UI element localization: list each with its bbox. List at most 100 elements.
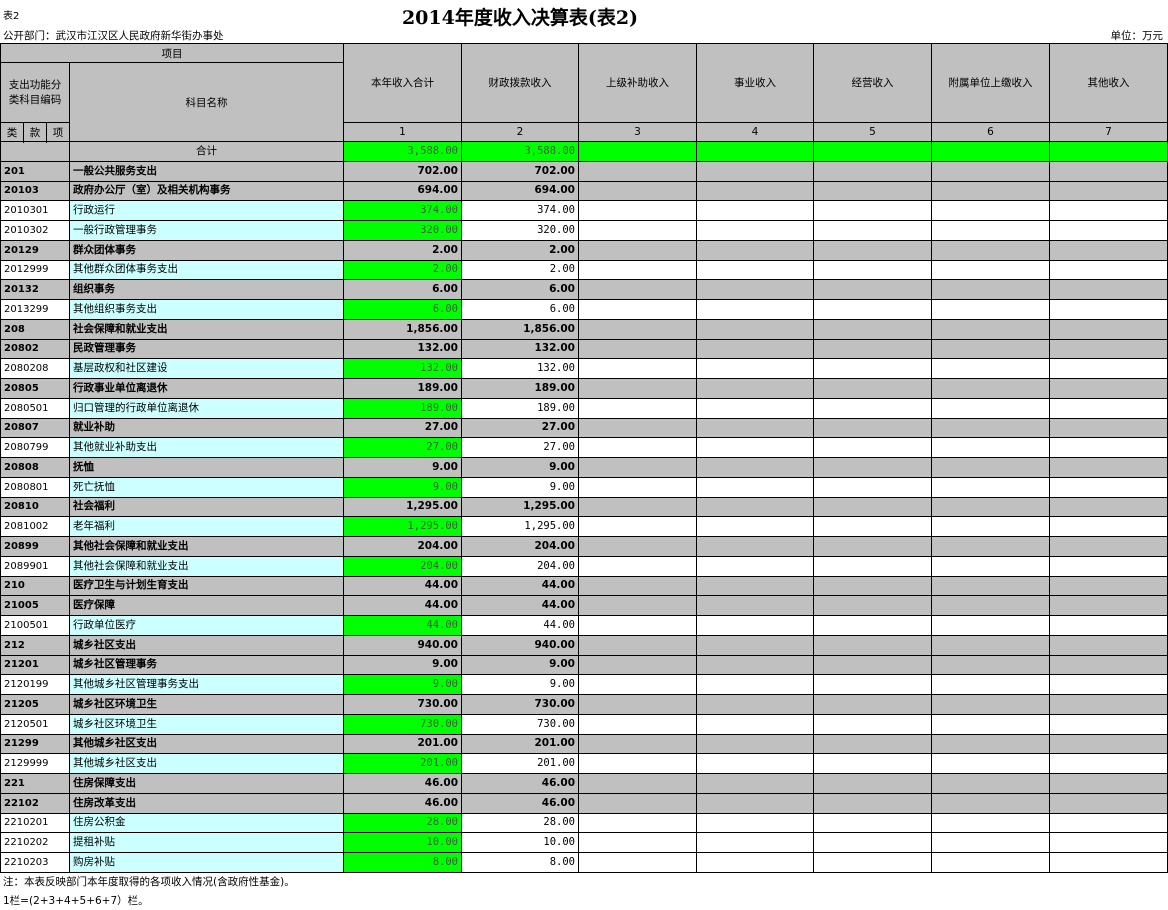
row-c1: 204.00	[343, 536, 462, 557]
row-c1: 9.00	[343, 654, 462, 676]
row-name: 死亡抚恤	[69, 476, 344, 498]
row-c2: 132.00	[461, 338, 579, 360]
row-c5	[813, 160, 932, 182]
row-c7	[1049, 773, 1168, 794]
row-c7	[1049, 792, 1168, 814]
income-table: 项目 本年收入合计 财政拨款收入 上级补助收入 事业收入 经营收入 附属单位上缴…	[0, 43, 1168, 873]
table-row: 212 城乡社区支出 940.00 940.00	[0, 634, 1168, 656]
table-row: 20810 社会福利 1,295.00 1,295.00	[0, 496, 1168, 518]
row-c6	[931, 634, 1050, 656]
col-header-other-income: 其他收入	[1049, 43, 1168, 123]
row-c5	[813, 852, 932, 873]
row-c2: 694.00	[461, 180, 579, 202]
row-c2: 204.00	[461, 555, 579, 577]
row-c1: 44.00	[343, 575, 462, 597]
row-c1: 132.00	[343, 338, 462, 360]
row-code: 21201	[0, 654, 70, 676]
row-code: 20802	[0, 338, 70, 360]
row-c1: 8.00	[343, 852, 462, 873]
row-name: 医疗保障	[69, 595, 344, 616]
kuan-header: 款	[23, 122, 47, 142]
row-c3	[578, 832, 697, 853]
row-c7	[1049, 496, 1168, 518]
row-code: 20805	[0, 378, 70, 399]
row-c6	[931, 279, 1050, 300]
row-name: 其他社会保障和就业支出	[69, 555, 344, 577]
row-name: 归口管理的行政单位离退休	[69, 397, 344, 419]
row-c5	[813, 496, 932, 518]
row-c5	[813, 239, 932, 261]
table-row: 2080208 基层政权和社区建设 132.00 132.00	[0, 358, 1168, 379]
row-c2: 44.00	[461, 615, 579, 636]
row-c3	[578, 180, 697, 202]
row-name: 城乡社区环境卫生	[69, 713, 344, 735]
footnote-2: 1栏=(2+3+4+5+6+7）栏。	[3, 895, 149, 907]
table-row: 22102 住房改革支出 46.00 46.00	[0, 792, 1168, 814]
row-code: 21299	[0, 733, 70, 755]
row-c6	[931, 852, 1050, 873]
row-c3	[578, 279, 697, 300]
row-c7	[1049, 378, 1168, 399]
row-c5	[813, 753, 932, 774]
row-c1: 320.00	[343, 220, 462, 241]
total-c1: 3,588.00	[343, 141, 462, 162]
row-c3	[578, 674, 697, 695]
row-c1: 374.00	[343, 200, 462, 221]
row-c6	[931, 457, 1050, 478]
col-index-4: 4	[696, 122, 814, 142]
row-c2: 204.00	[461, 536, 579, 557]
row-c3	[578, 318, 697, 340]
row-c5	[813, 733, 932, 755]
table-row: 20129 群众团体事务 2.00 2.00	[0, 239, 1168, 261]
row-name: 城乡社区支出	[69, 634, 344, 656]
row-c6	[931, 160, 1050, 182]
row-c2: 320.00	[461, 220, 579, 241]
table-row: 2120199 其他城乡社区管理事务支出 9.00 9.00	[0, 674, 1168, 695]
row-name: 组织事务	[69, 279, 344, 300]
row-c6	[931, 200, 1050, 221]
row-c2: 27.00	[461, 437, 579, 458]
row-c6	[931, 180, 1050, 202]
table-row: 20802 民政管理事务 132.00 132.00	[0, 338, 1168, 360]
col-header-affiliate-income: 附属单位上缴收入	[931, 43, 1050, 123]
row-name: 住房保障支出	[69, 773, 344, 794]
row-c1: 2.00	[343, 239, 462, 261]
table-row: 21005 医疗保障 44.00 44.00	[0, 595, 1168, 616]
row-code: 221	[0, 773, 70, 794]
row-c5	[813, 476, 932, 498]
row-c4	[696, 595, 814, 616]
row-c3	[578, 378, 697, 399]
table-row: 2210203 购房补贴 8.00 8.00	[0, 852, 1168, 873]
row-c5	[813, 674, 932, 695]
row-c7	[1049, 180, 1168, 202]
row-c3	[578, 397, 697, 419]
row-c3	[578, 634, 697, 656]
row-c4	[696, 812, 814, 834]
row-c2: 8.00	[461, 852, 579, 873]
row-code: 2120501	[0, 713, 70, 735]
row-c1: 204.00	[343, 555, 462, 577]
table-row: 201 一般公共服务支出 702.00 702.00	[0, 160, 1168, 182]
row-c2: 940.00	[461, 634, 579, 656]
row-c3	[578, 220, 697, 241]
row-c6	[931, 773, 1050, 794]
row-c5	[813, 555, 932, 577]
total-c7	[1049, 141, 1168, 162]
row-name: 就业补助	[69, 417, 344, 439]
row-c5	[813, 832, 932, 853]
row-c7	[1049, 595, 1168, 616]
row-c6	[931, 713, 1050, 735]
row-c3	[578, 476, 697, 498]
row-c1: 694.00	[343, 180, 462, 202]
row-c4	[696, 220, 814, 241]
row-name: 行政事业单位离退休	[69, 378, 344, 399]
row-c2: 730.00	[461, 694, 579, 715]
row-c2: 44.00	[461, 595, 579, 616]
row-c1: 132.00	[343, 358, 462, 379]
total-c2: 3,588.00	[461, 141, 579, 162]
row-c6	[931, 595, 1050, 616]
row-c4	[696, 397, 814, 419]
row-c3	[578, 516, 697, 537]
row-c7	[1049, 318, 1168, 340]
row-c7	[1049, 239, 1168, 261]
